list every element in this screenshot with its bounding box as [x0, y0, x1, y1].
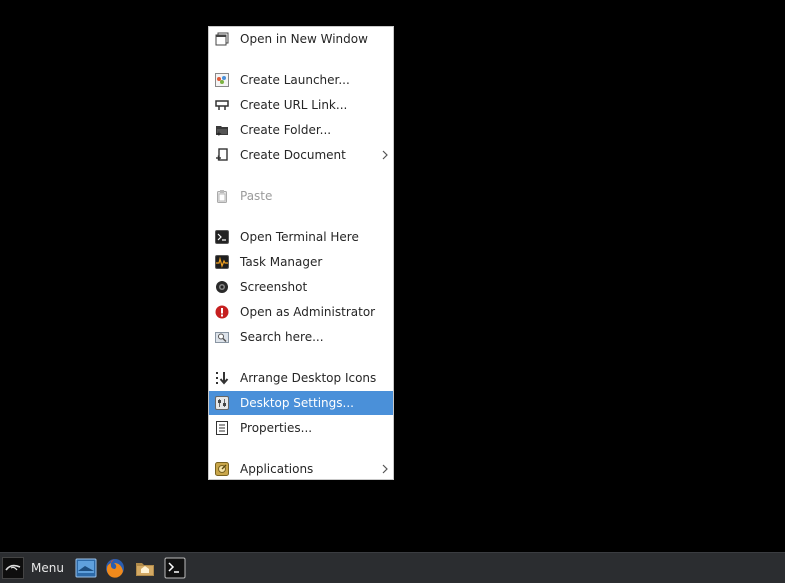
- task-manager-icon: [215, 255, 229, 269]
- menu-item-label: Create Document: [240, 148, 346, 162]
- desktop-settings-icon: [215, 396, 229, 410]
- menu-item-label: Screenshot: [240, 280, 308, 294]
- menu-item-label: Arrange Desktop Icons: [240, 371, 377, 385]
- launcher-icon: [215, 73, 229, 87]
- menu-item-create-folder[interactable]: + Create Folder...: [209, 118, 393, 142]
- menu-item-create-url-link[interactable]: Create URL Link...: [209, 93, 393, 117]
- terminal-launcher[interactable]: [164, 557, 186, 579]
- menu-item-label: Paste: [240, 189, 273, 203]
- menu-item-create-launcher[interactable]: Create Launcher...: [209, 68, 393, 92]
- terminal-icon: [164, 557, 186, 583]
- admin-warning-icon: [215, 305, 229, 319]
- search-icon: [215, 330, 229, 344]
- paste-icon: [215, 189, 229, 203]
- menu-item-applications[interactable]: Applications: [209, 457, 393, 481]
- distro-logo-icon: [2, 557, 24, 579]
- menu-item-label: Properties...: [240, 421, 313, 435]
- arrange-icon: [215, 371, 229, 385]
- menu-item-open-as-administrator[interactable]: Open as Administrator: [209, 300, 393, 324]
- chevron-right-icon: [381, 149, 389, 161]
- terminal-icon: [215, 230, 229, 244]
- camera-icon: [215, 280, 229, 294]
- menu-item-label: Applications: [240, 462, 314, 476]
- menu-item-task-manager[interactable]: Task Manager: [209, 250, 393, 274]
- svg-text:+: +: [216, 130, 222, 137]
- start-menu-label: Menu: [31, 561, 64, 575]
- firefox-launcher[interactable]: [104, 557, 126, 579]
- desktop-context-menu: Open in New Window Create Launcher... Cr…: [208, 26, 394, 480]
- menu-item-search-here[interactable]: Search here...: [209, 325, 393, 349]
- menu-item-label: Create Launcher...: [240, 73, 350, 87]
- menu-item-label: Task Manager: [240, 255, 323, 269]
- properties-icon: [215, 421, 229, 435]
- menu-item-label: Create URL Link...: [240, 98, 348, 112]
- chevron-right-icon: [381, 463, 389, 475]
- firefox-icon: [104, 559, 126, 583]
- start-menu-button[interactable]: Menu: [2, 556, 68, 580]
- show-desktop-launcher[interactable]: [75, 557, 97, 579]
- menu-item-open-terminal-here[interactable]: Open Terminal Here: [209, 225, 393, 249]
- menu-item-paste[interactable]: Paste: [209, 184, 393, 208]
- menu-item-screenshot[interactable]: Screenshot: [209, 275, 393, 299]
- desktop[interactable]: Open in New Window Create Launcher... Cr…: [0, 0, 785, 583]
- taskbar: Menu: [0, 552, 785, 583]
- menu-item-label: Desktop Settings...: [240, 396, 354, 410]
- folder-new-icon: +: [215, 123, 229, 138]
- menu-item-label: Search here...: [240, 330, 324, 344]
- menu-item-properties[interactable]: Properties...: [209, 416, 393, 440]
- menu-item-label: Open in New Window: [240, 32, 368, 46]
- menu-item-create-document[interactable]: Create Document: [209, 143, 393, 167]
- url-link-icon: [215, 98, 229, 112]
- home-folder-launcher[interactable]: [134, 557, 156, 579]
- menu-item-label: Open Terminal Here: [240, 230, 359, 244]
- menu-item-label: Open as Administrator: [240, 305, 376, 319]
- document-new-icon: [215, 148, 229, 162]
- show-desktop-icon: [75, 558, 97, 583]
- home-folder-icon: [134, 563, 156, 583]
- window-icon: [215, 32, 229, 46]
- menu-item-open-in-new-window[interactable]: Open in New Window: [209, 27, 393, 51]
- applications-icon: [215, 462, 229, 476]
- menu-item-desktop-settings[interactable]: Desktop Settings...: [209, 391, 393, 415]
- menu-item-label: Create Folder...: [240, 123, 332, 137]
- menu-item-arrange-desktop-icons[interactable]: Arrange Desktop Icons: [209, 366, 393, 390]
